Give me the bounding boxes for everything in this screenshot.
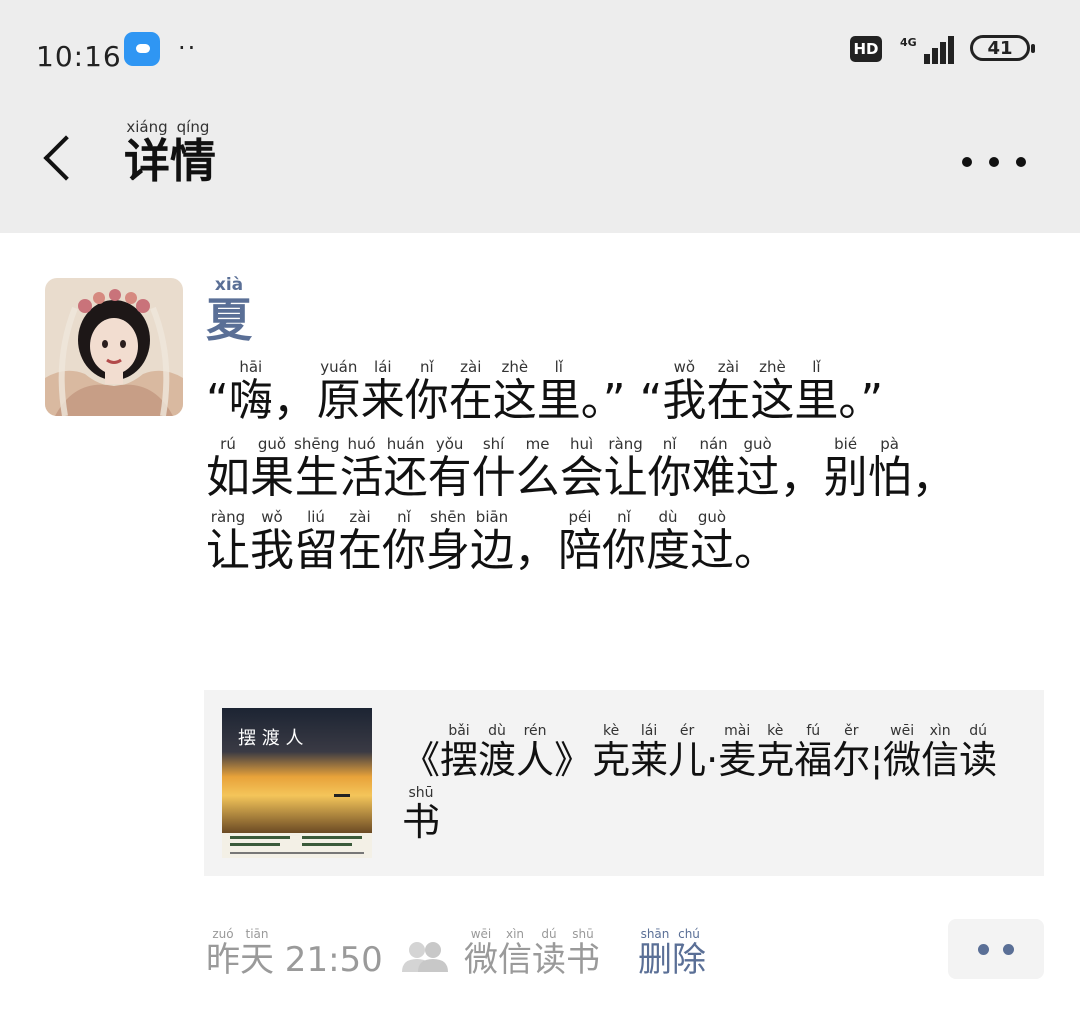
network-type: 4G bbox=[900, 36, 917, 49]
more-options-icon[interactable] bbox=[962, 140, 1026, 184]
post-source[interactable]: 微wēi信xìn读dú书shū bbox=[464, 927, 600, 981]
hanzi-with-pinyin: 会huì bbox=[559, 435, 604, 503]
hanzi-with-pinyin: 除chú bbox=[672, 927, 706, 980]
hanzi-with-pinyin: 留liú bbox=[294, 508, 338, 576]
hanzi-with-pinyin: 陪péi bbox=[558, 508, 602, 576]
hanzi-with-pinyin: 在zài bbox=[706, 358, 751, 426]
signal-bar bbox=[932, 48, 938, 64]
shared-link-card[interactable]: 摆 渡 人 《摆bǎi渡dù人rén》克kè莱lái儿ér·麦mài克kè福fú… bbox=[204, 690, 1044, 876]
hanzi-with-pinyin: 人rén bbox=[516, 723, 555, 782]
hanzi-with-pinyin: 书shū bbox=[402, 785, 441, 844]
hanzi-with-pinyin: 渡dù bbox=[478, 723, 517, 782]
hanzi-with-pinyin: 身shēn bbox=[426, 508, 470, 576]
hanzi-with-pinyin: 莱lái bbox=[630, 723, 669, 782]
hanzi-with-pinyin: 这zhè bbox=[750, 358, 795, 426]
comment-like-button[interactable] bbox=[948, 919, 1044, 979]
back-icon[interactable] bbox=[34, 130, 84, 194]
hanzi-with-pinyin: 果guǒ bbox=[250, 435, 294, 503]
signal-bar bbox=[948, 36, 954, 64]
hanzi-with-pinyin: 让ràng bbox=[206, 508, 250, 576]
hanzi-with-pinyin: 难nán bbox=[691, 435, 736, 503]
hanzi-with-pinyin: 微wēi bbox=[464, 927, 498, 980]
post-paragraph: “嗨hāi，原yuán来lái你nǐ在zài这zhè里lǐ。” “我wǒ在zài… bbox=[206, 358, 884, 426]
hanzi-with-pinyin: 克kè bbox=[756, 723, 795, 782]
hanzi-with-pinyin: 克kè bbox=[592, 723, 631, 782]
hanzi-with-pinyin: 删shān bbox=[638, 927, 672, 980]
battery-icon: 41 bbox=[970, 35, 1035, 61]
group-visibility-icon bbox=[400, 940, 450, 974]
post-time: 昨zuó天tiān 21:50 bbox=[206, 927, 383, 980]
hanzi-with-pinyin: 么me bbox=[515, 435, 560, 503]
status-dots-icon: ·· bbox=[178, 34, 198, 62]
hanzi-with-pinyin: 夏xià bbox=[206, 275, 252, 347]
hd-badge: HD bbox=[850, 36, 882, 62]
signal-icon: 4G bbox=[896, 32, 956, 66]
hanzi-with-pinyin: 来lái bbox=[360, 358, 405, 426]
hanzi-with-pinyin: 如rú bbox=[206, 435, 250, 503]
hanzi-with-pinyin: 福fú bbox=[794, 723, 833, 782]
post-content: “嗨hāi，原yuán来lái你nǐ在zài这zhè里lǐ。” “我wǒ在zài… bbox=[206, 358, 986, 587]
hanzi-with-pinyin: 你nǐ bbox=[647, 435, 692, 503]
hanzi-with-pinyin: 信xìn bbox=[498, 927, 532, 980]
page-title: 详xiáng情qíng bbox=[124, 118, 216, 191]
hanzi-with-pinyin: 信xìn bbox=[921, 723, 960, 782]
post-footer: 昨zuó天tiān 21:50 微wēi信xìn读dú书shū 删shān除ch… bbox=[206, 919, 1044, 982]
book-cover-image: 摆 渡 人 bbox=[222, 708, 372, 858]
hanzi-with-pinyin: 活huó bbox=[339, 435, 384, 503]
hanzi-with-pinyin: 别bié bbox=[823, 435, 868, 503]
status-time: 10:16 bbox=[36, 40, 122, 73]
hanzi-with-pinyin: 你nǐ bbox=[382, 508, 426, 576]
hanzi-with-pinyin: 过guò bbox=[735, 435, 780, 503]
hanzi-with-pinyin: 度dù bbox=[646, 508, 690, 576]
book-cover-title: 摆 渡 人 bbox=[238, 728, 303, 749]
hanzi-with-pinyin: 在zài bbox=[338, 508, 382, 576]
hanzi-with-pinyin: 嗨hāi bbox=[228, 358, 273, 426]
hanzi-with-pinyin: 生shēng bbox=[294, 435, 340, 503]
hanzi-with-pinyin: 怕pà bbox=[867, 435, 912, 503]
hanzi-with-pinyin: 边biān bbox=[470, 508, 514, 576]
hanzi-with-pinyin: 里lǐ bbox=[536, 358, 581, 426]
hanzi-with-pinyin: 读dú bbox=[532, 927, 566, 980]
hanzi-with-pinyin: 这zhè bbox=[492, 358, 537, 426]
hanzi-with-pinyin: 详xiáng bbox=[124, 118, 170, 188]
hanzi-with-pinyin: 书shū bbox=[566, 927, 600, 980]
hanzi-with-pinyin: 让ràng bbox=[603, 435, 648, 503]
top-bar: 10:16 ·· HD 4G 41 详xiáng情qíng bbox=[0, 0, 1080, 233]
hanzi-with-pinyin: 里lǐ bbox=[794, 358, 839, 426]
delete-button[interactable]: 删shān除chú bbox=[638, 927, 706, 981]
signal-bar bbox=[940, 42, 946, 64]
hanzi-with-pinyin: 儿ér bbox=[668, 723, 707, 782]
hanzi-with-pinyin: 有yǒu bbox=[427, 435, 472, 503]
hanzi-with-pinyin: 我wǒ bbox=[250, 508, 294, 576]
hanzi-with-pinyin: 读dú bbox=[959, 723, 998, 782]
hanzi-with-pinyin: 你nǐ bbox=[404, 358, 449, 426]
hanzi-with-pinyin: 微wēi bbox=[883, 723, 922, 782]
shared-link-title: 《摆bǎi渡dù人rén》克kè莱lái儿ér·麦mài克kè福fú尔ěr¦微w… bbox=[402, 723, 998, 844]
hanzi-with-pinyin: 我wǒ bbox=[662, 358, 707, 426]
chat-app-icon bbox=[124, 32, 160, 66]
hanzi-with-pinyin: 原yuán bbox=[316, 358, 361, 426]
battery-level: 41 bbox=[987, 37, 1013, 59]
hanzi-with-pinyin: 你nǐ bbox=[602, 508, 646, 576]
hanzi-with-pinyin: 尔ěr bbox=[832, 723, 871, 782]
hanzi-with-pinyin: 天tiān bbox=[240, 927, 274, 980]
post-paragraph: 如rú果guǒ生shēng活huó还huán有yǒu什shí么me会huì让rà… bbox=[206, 435, 956, 576]
hanzi-with-pinyin: 过guò bbox=[690, 508, 734, 576]
hanzi-with-pinyin: 昨zuó bbox=[206, 927, 240, 980]
signal-bar bbox=[924, 54, 930, 64]
hanzi-with-pinyin: 摆bǎi bbox=[440, 723, 479, 782]
avatar[interactable] bbox=[45, 278, 183, 416]
hanzi-with-pinyin: 情qíng bbox=[170, 118, 216, 188]
author-name[interactable]: 夏xià bbox=[206, 275, 252, 350]
hanzi-with-pinyin: 麦mài bbox=[718, 723, 757, 782]
hanzi-with-pinyin: 还huán bbox=[383, 435, 428, 503]
hanzi-with-pinyin: 在zài bbox=[448, 358, 493, 426]
hanzi-with-pinyin: 什shí bbox=[471, 435, 516, 503]
